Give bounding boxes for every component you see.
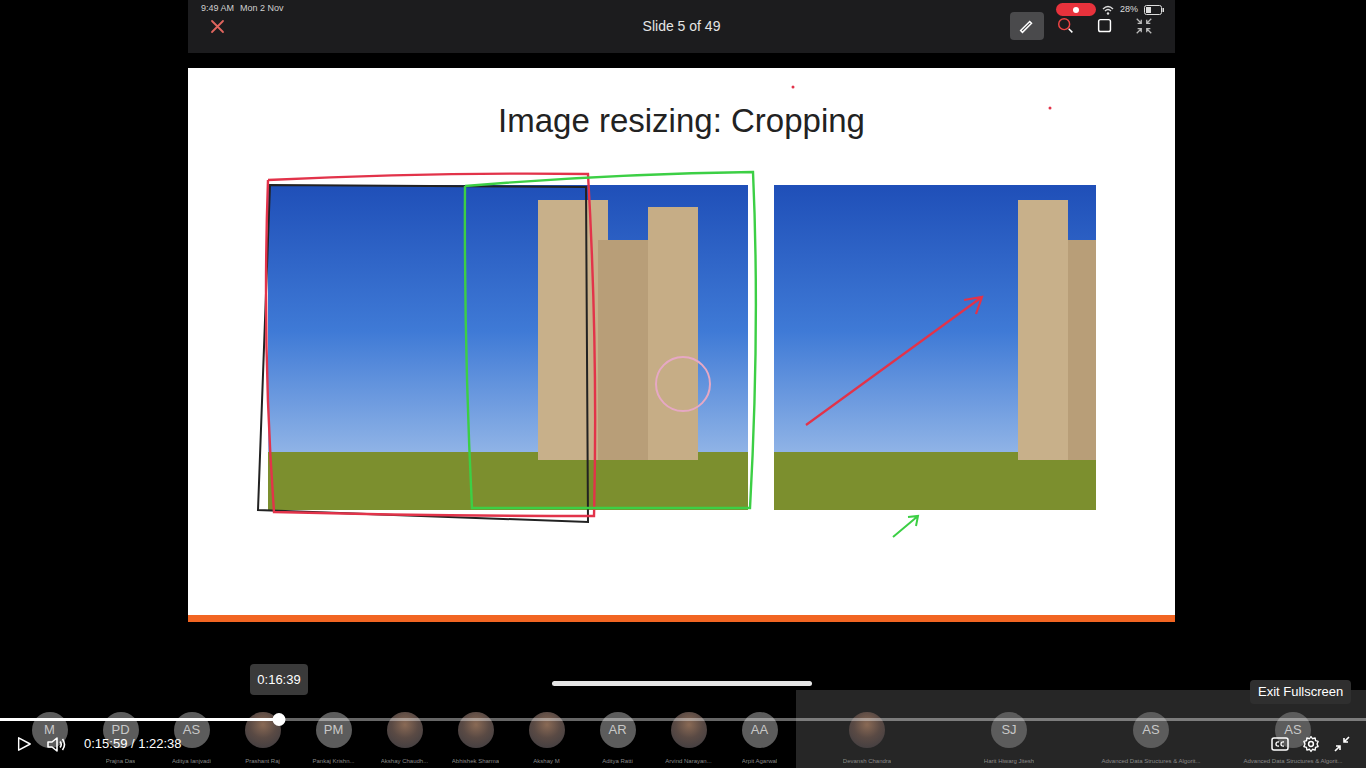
participant-name: Advanced Data Structures & Algorit... xyxy=(1101,757,1200,765)
tool-button[interactable] xyxy=(1010,12,1044,40)
gear-icon[interactable] xyxy=(1302,735,1320,753)
annotation-tools xyxy=(1010,12,1161,40)
play-button[interactable] xyxy=(15,735,33,753)
window-icon xyxy=(1095,16,1115,36)
slide-title: Image resizing: Cropping xyxy=(498,102,865,140)
participant-name: Arvind Narayan... xyxy=(665,757,711,765)
participant-name: Pankaj Krishn... xyxy=(312,757,354,765)
participant-initials: AS xyxy=(1284,720,1301,740)
close-icon[interactable] xyxy=(210,19,225,34)
player-area: MPDPrajna DasASAditya IanjvadiPrashant R… xyxy=(0,622,1366,768)
recording-indicator xyxy=(1056,3,1096,16)
participant-strip: MPDPrajna DasASAditya IanjvadiPrashant R… xyxy=(0,690,1366,768)
volume-icon[interactable] xyxy=(47,736,66,753)
progress-track[interactable] xyxy=(0,718,1366,721)
time-display: 0:15:59 / 1:22:38 xyxy=(84,734,182,754)
original-photo xyxy=(268,185,748,510)
tool-button[interactable] xyxy=(1088,12,1122,40)
status-clock: 9:49 AM Mon 2 Nov xyxy=(201,3,284,14)
participant-name: Harit Hiwarg Jitesh xyxy=(984,757,1034,765)
tool-button[interactable] xyxy=(1049,12,1083,40)
control-bar: 0:15:59 / 1:22:38 xyxy=(0,733,1366,755)
participant-name: Aditya Ianjvadi xyxy=(172,757,211,765)
participant-name: Devansh Chandra xyxy=(843,757,891,765)
progress-knob[interactable] xyxy=(272,713,285,726)
wifi-icon xyxy=(1102,5,1114,15)
status-date: Mon 2 Nov xyxy=(240,3,284,14)
participant-initials: AS xyxy=(1142,720,1159,740)
video-frame: 9:49 AM Mon 2 Nov Slide 5 of 49 28% xyxy=(188,0,1175,622)
battery-level: 28% xyxy=(1120,4,1138,15)
participant-name: Advanced Data Structures & Algorit... xyxy=(1243,757,1342,765)
slide-counter: Slide 5 of 49 xyxy=(643,16,721,37)
participant-initials: AS xyxy=(183,720,200,740)
cropped-photo xyxy=(774,185,1096,510)
status-time: 9:49 AM xyxy=(201,3,234,14)
home-indicator xyxy=(552,681,812,686)
participant-initials: AR xyxy=(608,720,626,740)
participant-name: Arpit Agarwal xyxy=(742,757,777,765)
slide-images xyxy=(268,185,1096,510)
shrink-icon xyxy=(1134,16,1154,36)
play-icon xyxy=(16,736,32,752)
captions-icon[interactable] xyxy=(1271,737,1289,751)
participant-initials: SJ xyxy=(1001,720,1016,740)
hover-time-tooltip: 0:16:39 xyxy=(250,664,308,695)
participant-name: Aditya Ratti xyxy=(602,757,633,765)
pen-icon xyxy=(1017,16,1037,36)
participant-name: Akshay Chaudh... xyxy=(381,757,428,765)
slide-footer-bar xyxy=(188,615,1175,622)
participant-initials: AA xyxy=(751,720,768,740)
fullscreen-tooltip: Exit Fullscreen xyxy=(1250,680,1351,704)
participant-name: Prashant Raj xyxy=(245,757,280,765)
status-icons: 28% xyxy=(1056,3,1164,16)
ink-annotations xyxy=(188,68,1175,622)
slide: Image resizing: Cropping xyxy=(188,68,1175,622)
progress-fill xyxy=(0,718,279,721)
participant-name: Prajna Das xyxy=(106,757,136,765)
participant-initials: M xyxy=(44,720,55,740)
lasso-icon xyxy=(1056,16,1076,36)
battery-icon xyxy=(1144,5,1164,15)
exit-fullscreen-icon[interactable] xyxy=(1334,736,1350,752)
ipad-toolbar: 9:49 AM Mon 2 Nov Slide 5 of 49 28% xyxy=(188,0,1175,53)
participant-name: Akshay M xyxy=(533,757,559,765)
participant-initials: PM xyxy=(324,720,344,740)
participant-name: Abhishek Sharma xyxy=(452,757,499,765)
participant-group: MPDPrajna DasASAditya IanjvadiPrashant R… xyxy=(0,690,796,768)
tool-button[interactable] xyxy=(1127,12,1161,40)
